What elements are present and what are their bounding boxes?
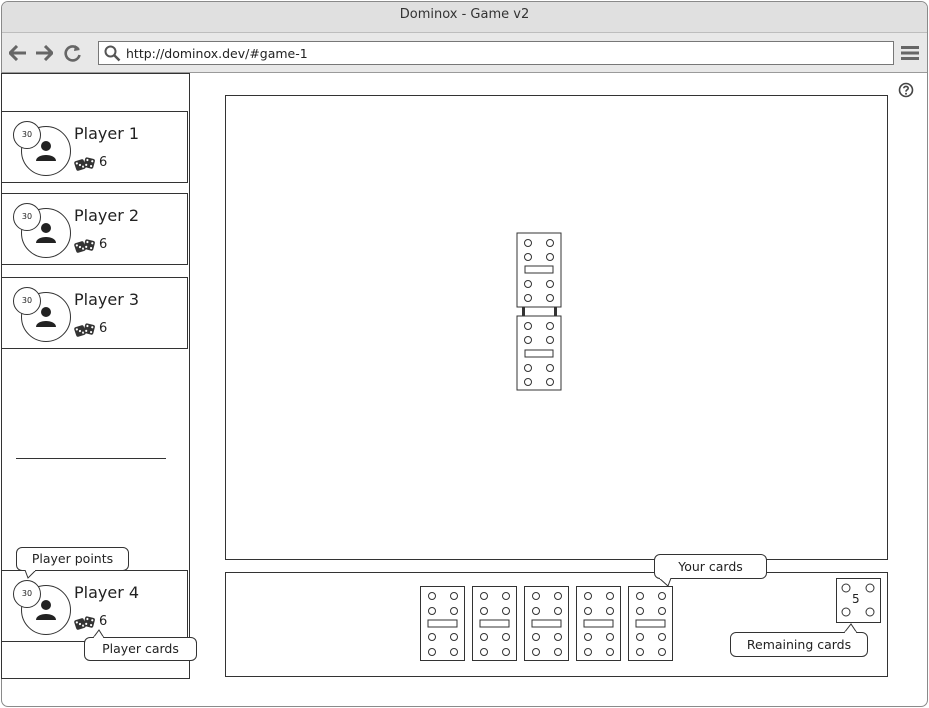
player-points-badge: 30: [13, 580, 41, 608]
hand-domino[interactable]: [524, 586, 570, 662]
player-name: Player 1: [74, 124, 140, 143]
user-icon: [36, 141, 56, 161]
dice-icon: [74, 157, 95, 171]
hand-domino[interactable]: [472, 586, 518, 662]
player-points-badge: 30: [13, 121, 41, 149]
callout-remaining-cards: Remaining cards: [730, 632, 868, 657]
player-points-badge: 30: [13, 287, 41, 315]
player-cards-count: 6: [99, 614, 108, 629]
user-icon: [36, 307, 56, 327]
window-title: Dominox - Game v2: [2, 2, 927, 33]
hand-dominoes: [420, 586, 674, 662]
player-cards-count: 6: [99, 237, 108, 252]
callout-player-cards: Player cards: [84, 637, 197, 661]
callout-pointer: [92, 629, 105, 638]
callout-pointer: [658, 578, 672, 587]
address-bar[interactable]: http://dominox.dev/#game-1: [98, 41, 894, 65]
menu-icon[interactable]: [900, 43, 920, 63]
hand-domino[interactable]: [576, 586, 622, 662]
player-name: Player 3: [74, 290, 140, 309]
hand-domino[interactable]: [628, 586, 674, 662]
callout-your-cards: Your cards: [654, 554, 767, 579]
player-name: Player 4: [74, 583, 140, 602]
forward-icon[interactable]: [34, 43, 54, 63]
player-points-badge: 30: [13, 203, 41, 231]
user-icon: [36, 223, 56, 243]
user-icon: [36, 600, 56, 620]
help-icon[interactable]: [898, 82, 914, 98]
callout-player-points: Player points: [16, 547, 129, 571]
sidebar-divider: [16, 458, 166, 459]
callout-pointer: [843, 623, 858, 633]
callout-pointer: [24, 570, 37, 579]
url-text: http://dominox.dev/#game-1: [126, 46, 308, 61]
player-cards-count: 6: [99, 321, 108, 336]
back-icon[interactable]: [8, 43, 28, 63]
search-icon: [104, 45, 121, 62]
player-card-1: 30 Player 1 6: [1, 111, 188, 183]
player-card-3: 30 Player 3 6: [1, 277, 188, 349]
player-name: Player 2: [74, 206, 140, 225]
dice-icon: [74, 239, 95, 253]
player-cards-count: 6: [99, 155, 108, 170]
played-dominoes: [516, 232, 562, 391]
remaining-cards-count: 5: [852, 592, 860, 606]
player-card-2: 30 Player 2 6: [1, 193, 188, 265]
dice-icon: [74, 323, 95, 337]
hand-domino[interactable]: [420, 586, 466, 662]
reload-icon[interactable]: [63, 43, 83, 63]
